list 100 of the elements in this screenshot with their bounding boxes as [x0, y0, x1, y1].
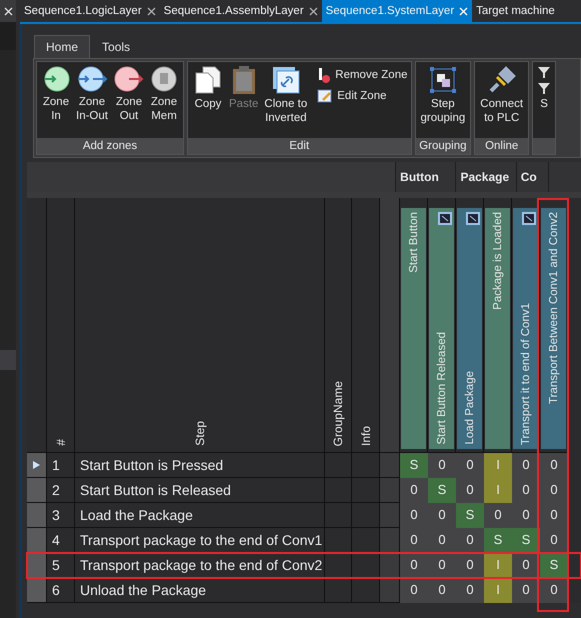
table-cell: I: [484, 578, 512, 603]
table-cell: S: [540, 553, 568, 578]
column-spacer: [380, 478, 400, 503]
ribbon-tab[interactable]: Home: [34, 35, 90, 58]
table-cell: 0: [540, 453, 568, 478]
column-header: Step: [75, 198, 325, 453]
column-spacer: [380, 503, 400, 528]
document-tab[interactable]: Sequence1.SystemLayer: [322, 0, 472, 22]
document-tab[interactable]: Target machine: [472, 0, 559, 22]
table-cell: 4: [47, 528, 75, 553]
table-cell: 0: [540, 478, 568, 503]
table-cell: 0: [400, 553, 428, 578]
zone-in-out-icon: [76, 65, 108, 93]
table-cell: 0: [456, 453, 484, 478]
group-label: Add zones: [37, 138, 183, 154]
table-cell: Start Button is Released: [75, 478, 325, 503]
copy-icon: [193, 65, 223, 95]
current-row-icon: [33, 461, 40, 469]
row-indicator[interactable]: [27, 453, 47, 478]
table-cell: [325, 453, 352, 478]
table-cell: [325, 478, 352, 503]
remove-icon: [317, 67, 332, 83]
column-spacer: [380, 528, 400, 553]
table-cell: [325, 503, 352, 528]
signal-type-icon: [522, 212, 536, 225]
clone-button[interactable]: Clone to Inverted: [262, 65, 310, 138]
table-cell: Load the Package: [75, 503, 325, 528]
table-cell: [325, 578, 352, 603]
signal-header: Transport Between Conv1 and Conv2: [541, 208, 566, 449]
table-cell: S: [484, 528, 512, 553]
table-cell: 0: [512, 478, 540, 503]
signal-type-icon: [438, 212, 452, 225]
zone-in-button[interactable]: Zone In: [40, 65, 72, 138]
zone-out-button[interactable]: Zone Out: [112, 65, 146, 138]
filter-button[interactable]: S: [536, 65, 552, 138]
table-cell: Unload the Package: [75, 578, 325, 603]
table-cell: 0: [400, 578, 428, 603]
signal-type-icon: [466, 212, 480, 225]
table-cell: 2: [47, 478, 75, 503]
copy-button[interactable]: Copy: [191, 65, 225, 138]
table-cell: 0: [512, 453, 540, 478]
close-icon[interactable]: [146, 6, 156, 16]
step-grouping-button[interactable]: Step grouping: [418, 65, 468, 138]
group-header: Package: [455, 162, 516, 192]
column-spacer: [380, 578, 400, 603]
table-cell: 0: [400, 528, 428, 553]
table-cell: 5: [47, 553, 75, 578]
table-cell: 3: [47, 503, 75, 528]
ribbon-tab[interactable]: Tools: [90, 35, 142, 58]
signal-header: Transport it to end of Conv1: [513, 208, 538, 449]
memory-card-icon: [150, 65, 178, 93]
table-cell: S: [456, 503, 484, 528]
group-label: Edit: [188, 138, 410, 154]
table-cell: 1: [47, 453, 75, 478]
table-cell: 0: [428, 528, 456, 553]
signal-header: Package is Loaded: [485, 208, 510, 449]
table-cell: 0: [540, 528, 568, 553]
filter-icon: [538, 65, 550, 95]
zone-out-icon: [114, 65, 144, 93]
table-cell: I: [484, 478, 512, 503]
table-cell: 0: [428, 503, 456, 528]
document-tab[interactable]: Sequence1.AssemblyLayer: [160, 0, 322, 22]
table-cell: 0: [428, 453, 456, 478]
clipboard-icon: [230, 65, 257, 95]
zone-in-icon: [42, 65, 70, 93]
column-header: #: [47, 198, 75, 453]
table-cell: 0: [484, 503, 512, 528]
column-spacer: [380, 553, 400, 578]
table-cell: Start Button is Pressed: [75, 453, 325, 478]
table-cell: 0: [428, 553, 456, 578]
table-cell: 0: [400, 478, 428, 503]
remove-zone-button[interactable]: Remove Zone: [317, 67, 408, 83]
grouping-icon: [428, 65, 458, 95]
table-cell: Transport package to the end of Conv2: [75, 553, 325, 578]
table-cell: 0: [512, 553, 540, 578]
table-cell: I: [484, 553, 512, 578]
table-cell: 0: [428, 578, 456, 603]
connect-button[interactable]: Connect to PLC: [478, 65, 526, 138]
table-cell: 0: [456, 478, 484, 503]
table-cell: 0: [456, 578, 484, 603]
table-cell: 0: [540, 578, 568, 603]
table-cell: 6: [47, 578, 75, 603]
edit-icon: [317, 88, 334, 104]
document-tab[interactable]: Sequence1.LogicLayer: [20, 0, 160, 22]
signal-header: Start Button: [401, 208, 426, 449]
table-cell: 0: [540, 503, 568, 528]
table-cell: S: [428, 478, 456, 503]
group-header: Button: [395, 162, 456, 192]
table-cell: 0: [456, 528, 484, 553]
signal-header: Start Button Released: [429, 208, 454, 449]
signal-header: Load Package: [457, 208, 482, 449]
close-icon[interactable]: [308, 6, 318, 16]
column-header: GroupName: [325, 198, 352, 453]
table-cell: 0: [456, 553, 484, 578]
group-label: Online: [475, 138, 528, 154]
edit-zone-button[interactable]: Edit Zone: [317, 88, 408, 104]
table-cell: S: [400, 453, 428, 478]
link-icon: [270, 65, 301, 95]
zone-mem-button[interactable]: Zone Mem: [148, 65, 180, 138]
zone-in-out-button[interactable]: Zone In-Out: [74, 65, 110, 138]
